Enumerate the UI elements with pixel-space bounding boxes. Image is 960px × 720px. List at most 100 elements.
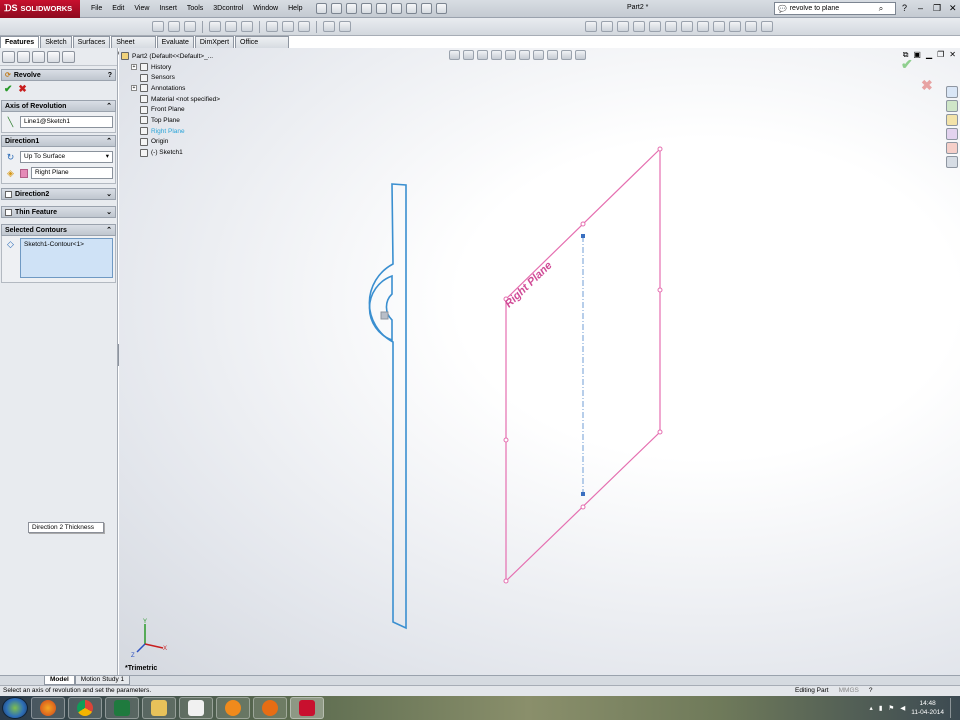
tree-item[interactable]: Material <not specified> xyxy=(131,94,220,105)
draft-icon[interactable] xyxy=(713,21,725,32)
open-icon[interactable] xyxy=(330,3,342,14)
view-settings-icon[interactable] xyxy=(575,50,586,60)
spline-icon[interactable] xyxy=(241,21,253,32)
property-manager-icon[interactable] xyxy=(17,50,30,63)
direction2-checkbox[interactable] xyxy=(5,190,12,198)
network-icon[interactable]: ▮ xyxy=(879,704,883,712)
display-manager-icon[interactable] xyxy=(62,50,75,63)
menu-insert[interactable]: Insert xyxy=(154,0,182,18)
relations-icon[interactable] xyxy=(323,21,335,32)
flag-icon[interactable]: ⚑ xyxy=(888,704,894,712)
thin-feature-header[interactable]: Thin Feature ⌄ xyxy=(1,206,116,218)
tree-item[interactable]: (-) Sketch1 xyxy=(131,147,220,158)
collapse-chevron-icon[interactable]: ⌃ xyxy=(106,102,112,110)
tree-root[interactable]: Part2 (Default<<Default>_... xyxy=(121,51,220,62)
confirm-cancel-icon[interactable]: ✖ xyxy=(921,77,933,94)
taskbar-solidworks[interactable] xyxy=(290,697,324,719)
taskbar-chrome[interactable] xyxy=(68,697,102,719)
cancel-x-icon[interactable]: ✖ xyxy=(18,84,26,95)
curves-icon[interactable] xyxy=(761,21,773,32)
volume-icon[interactable]: ◀ xyxy=(900,704,905,712)
display-style-icon[interactable] xyxy=(519,50,530,60)
direction1-header[interactable]: Direction1 ⌃ xyxy=(1,135,116,147)
tree-item[interactable]: Origin xyxy=(131,137,220,148)
file-properties-icon[interactable] xyxy=(420,3,432,14)
contours-list[interactable]: Sketch1-Contour<1> xyxy=(20,238,113,278)
thin-feature-checkbox[interactable] xyxy=(5,208,12,216)
new-document-icon[interactable] xyxy=(315,3,327,14)
previous-view-icon[interactable] xyxy=(477,50,488,60)
close-icon[interactable]: ✕ xyxy=(949,3,957,14)
shell-icon[interactable] xyxy=(681,21,693,32)
view-orientation-icon[interactable] xyxy=(505,50,516,60)
end-condition-select[interactable]: Up To Surface ▾ xyxy=(20,151,113,163)
menu-tools[interactable]: Tools xyxy=(182,0,208,18)
zoom-to-fit-icon[interactable] xyxy=(449,50,460,60)
file-explorer-icon[interactable] xyxy=(946,114,958,126)
offset-icon[interactable] xyxy=(282,21,294,32)
taskbar-vlc[interactable] xyxy=(216,697,250,719)
menu-window[interactable]: Window xyxy=(248,0,283,18)
options-icon[interactable] xyxy=(435,3,447,14)
contour-item[interactable]: Sketch1-Contour<1> xyxy=(24,241,84,248)
expand-plus-icon[interactable]: + xyxy=(131,64,137,71)
loft-icon[interactable] xyxy=(633,21,645,32)
tree-item[interactable]: Right Plane xyxy=(131,126,220,137)
zoom-to-area-icon[interactable] xyxy=(463,50,474,60)
custom-properties-icon[interactable] xyxy=(946,156,958,168)
tree-item[interactable]: Front Plane xyxy=(131,104,220,115)
solidworks-logo[interactable]: ᗪS SOLIDWORKS xyxy=(0,0,80,18)
circle-icon[interactable] xyxy=(209,21,221,32)
viewport-restore-icon[interactable]: ❐ xyxy=(937,50,944,60)
tab-office-products[interactable]: Office Products xyxy=(235,36,289,57)
hide-show-items-icon[interactable] xyxy=(533,50,544,60)
mirror-icon[interactable] xyxy=(298,21,310,32)
trim-icon[interactable] xyxy=(266,21,278,32)
design-library-icon[interactable] xyxy=(946,100,958,112)
menu-view[interactable]: View xyxy=(129,0,154,18)
select-icon[interactable] xyxy=(390,3,402,14)
collapse-chevron-icon[interactable]: ⌃ xyxy=(106,226,112,234)
ok-check-icon[interactable]: ✔ xyxy=(4,84,12,95)
reference-geometry-icon[interactable] xyxy=(745,21,757,32)
axis-of-revolution-header[interactable]: Axis of Revolution ⌃ xyxy=(1,100,116,112)
rib-icon[interactable] xyxy=(697,21,709,32)
graphics-area[interactable]: Right Plane Part2 (Default<<Default>_...… xyxy=(119,48,960,675)
start-button[interactable] xyxy=(2,697,28,719)
tab-sheet-metal[interactable]: Sheet Metal xyxy=(111,36,156,57)
dimxpert-manager-icon[interactable] xyxy=(47,50,60,63)
help-icon[interactable]: ? xyxy=(902,3,907,14)
tree-item[interactable]: + History xyxy=(131,62,220,73)
direction2-header[interactable]: Direction2 ⌄ xyxy=(1,188,116,200)
restore-icon[interactable]: ❐ xyxy=(933,3,941,14)
tab-sketch[interactable]: Sketch xyxy=(40,36,72,48)
save-icon[interactable] xyxy=(345,3,357,14)
search-box[interactable]: 💬 ⌕ xyxy=(774,2,896,15)
clock[interactable]: 14:48 11-04-2014 xyxy=(911,699,944,717)
expand-plus-icon[interactable]: + xyxy=(131,85,137,92)
taskbar-media-player[interactable] xyxy=(253,697,287,719)
view-palette-icon[interactable] xyxy=(946,128,958,140)
tab-features[interactable]: Features xyxy=(0,36,40,48)
tab-evaluate[interactable]: Evaluate xyxy=(156,36,194,48)
extrude-icon[interactable] xyxy=(585,21,597,32)
expand-chevron-icon[interactable]: ⌄ xyxy=(106,208,112,216)
tab-dimxpert[interactable]: DimXpert xyxy=(194,36,235,48)
taskbar-excel[interactable] xyxy=(105,697,139,719)
section-view-icon[interactable] xyxy=(491,50,502,60)
rectangle-icon[interactable] xyxy=(184,21,196,32)
minimize-icon[interactable]: – xyxy=(918,3,923,14)
show-hidden-icons-icon[interactable]: ▴ xyxy=(870,704,873,712)
revolve-icon[interactable] xyxy=(601,21,613,32)
rebuild-icon[interactable] xyxy=(405,3,417,14)
viewport-close-icon[interactable]: ✕ xyxy=(949,50,956,60)
quick-snaps-icon[interactable] xyxy=(339,21,351,32)
apply-scene-icon[interactable] xyxy=(561,50,572,60)
edit-appearance-icon[interactable] xyxy=(547,50,558,60)
search-icon[interactable]: ⌕ xyxy=(879,4,883,14)
tab-surfaces[interactable]: Surfaces xyxy=(72,36,111,48)
solidworks-resources-icon[interactable] xyxy=(946,86,958,98)
confirm-ok-icon[interactable]: ✔ xyxy=(901,56,933,73)
arc-icon[interactable] xyxy=(225,21,237,32)
tree-item[interactable]: + Annotations xyxy=(131,83,220,94)
